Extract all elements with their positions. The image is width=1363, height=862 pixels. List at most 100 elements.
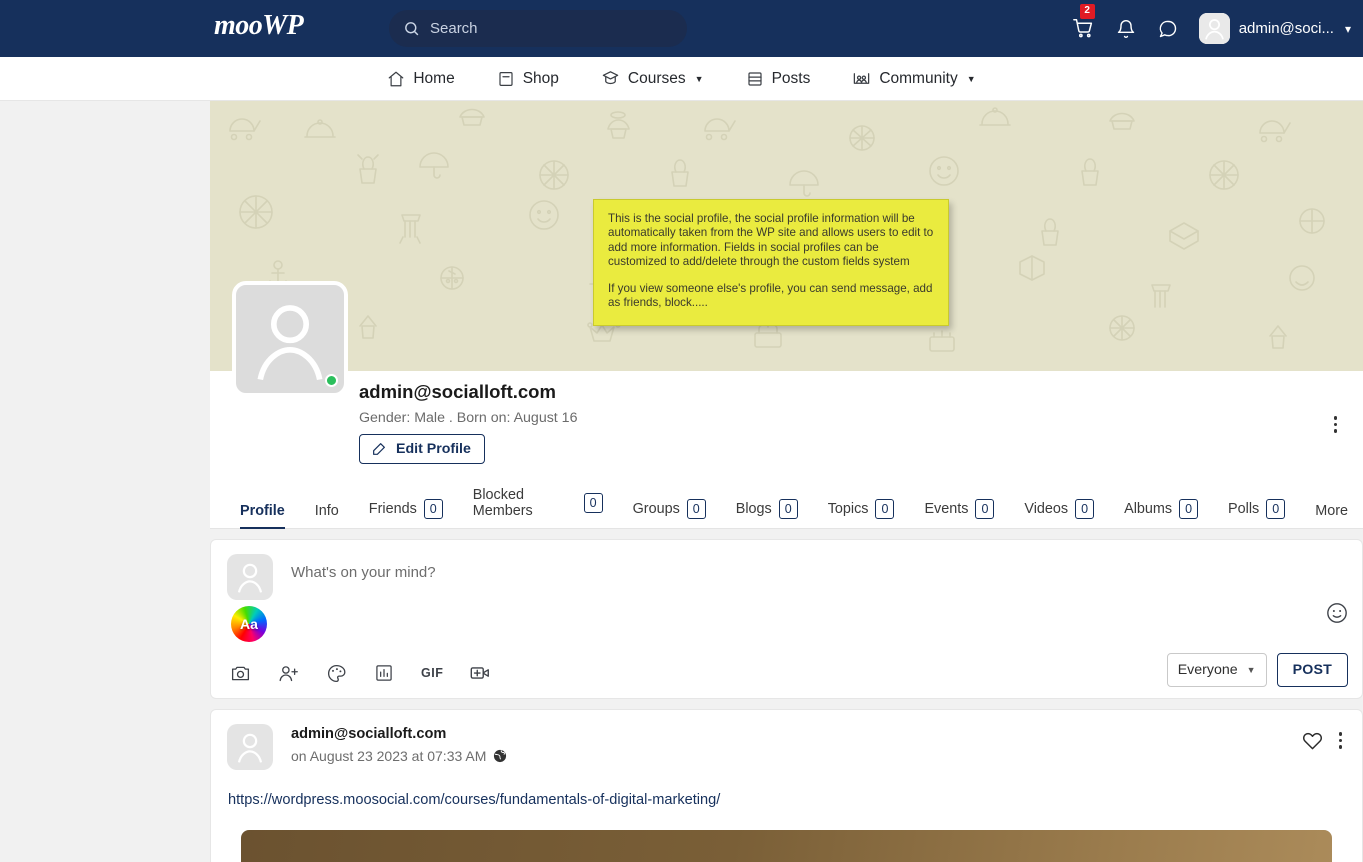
profile-info: admin@socialloft.com Gender: Male . Born… bbox=[359, 381, 577, 464]
post-link[interactable]: https://wordpress.moosocial.com/courses/… bbox=[228, 792, 1346, 808]
post-composer: What's on your mind? Aa GIF Everyone ▼ P… bbox=[210, 539, 1363, 699]
search-input[interactable]: Search bbox=[389, 10, 687, 47]
home-icon bbox=[387, 70, 405, 88]
tab-label: Albums bbox=[1124, 500, 1173, 517]
nav-item-courses[interactable]: Courses ▼ bbox=[601, 69, 704, 88]
post-author-avatar[interactable] bbox=[227, 724, 273, 770]
post-author-name[interactable]: admin@socialloft.com bbox=[291, 726, 507, 742]
chevron-down-icon: ▼ bbox=[694, 73, 704, 84]
tab-count: 0 bbox=[1179, 498, 1199, 519]
tab-count: 0 bbox=[423, 498, 443, 519]
tab-label: Videos bbox=[1024, 500, 1069, 517]
nav-item-posts[interactable]: Posts bbox=[746, 69, 811, 88]
chevron-down-icon: ▼ bbox=[1246, 665, 1256, 675]
tab-videos[interactable]: Videos 0 bbox=[1009, 498, 1109, 529]
header-actions: 2 admin@soci... ▾ bbox=[1071, 0, 1351, 57]
chevron-down-icon: ▾ bbox=[1344, 21, 1351, 36]
posts-icon bbox=[746, 70, 764, 88]
tab-blogs[interactable]: Blogs 0 bbox=[721, 498, 813, 529]
tab-profile[interactable]: Profile bbox=[232, 503, 300, 529]
gif-icon[interactable]: GIF bbox=[421, 662, 443, 684]
search-icon bbox=[403, 20, 420, 37]
post-more-menu-icon[interactable] bbox=[1338, 732, 1342, 749]
courses-icon bbox=[601, 69, 620, 88]
user-menu[interactable]: admin@soci... ▾ bbox=[1198, 13, 1351, 44]
composer-toolbar: GIF bbox=[229, 662, 491, 684]
tab-albums[interactable]: Albums 0 bbox=[1109, 498, 1213, 529]
profile-avatar[interactable] bbox=[232, 281, 348, 397]
tab-label: Friends bbox=[368, 500, 417, 517]
composer-submit-row: Everyone ▼ POST bbox=[1166, 653, 1348, 687]
search-placeholder: Search bbox=[430, 20, 478, 37]
tab-polls[interactable]: Polls 0 bbox=[1213, 498, 1300, 529]
post-button[interactable]: POST bbox=[1276, 653, 1348, 687]
tab-groups[interactable]: Groups 0 bbox=[618, 498, 721, 529]
top-header-bar: mooWP Search 2 admin@soci... ▾ bbox=[0, 0, 1363, 57]
edit-profile-label: Edit Profile bbox=[396, 441, 471, 457]
aa-label: Aa bbox=[240, 616, 258, 632]
composer-avatar bbox=[227, 554, 273, 600]
tab-count: 0 bbox=[583, 492, 603, 514]
main-navigation: Home Shop Courses ▼ Posts Community ▼ bbox=[0, 57, 1363, 101]
post-date: on August 23 2023 at 07:33 AM bbox=[291, 748, 507, 764]
nav-item-community[interactable]: Community ▼ bbox=[852, 69, 976, 88]
tab-count: 0 bbox=[778, 498, 798, 519]
tab-info[interactable]: Info bbox=[300, 503, 354, 528]
tab-topics[interactable]: Topics 0 bbox=[813, 498, 910, 529]
tab-count: 0 bbox=[686, 498, 706, 519]
content-container: ← → This is the social profile, the soci… bbox=[210, 101, 1363, 862]
user-name-label: admin@soci... bbox=[1238, 20, 1334, 37]
community-icon bbox=[852, 69, 871, 88]
tab-friends[interactable]: Friends 0 bbox=[354, 498, 458, 529]
palette-icon[interactable] bbox=[325, 662, 347, 684]
chevron-down-icon: ▼ bbox=[966, 73, 976, 84]
profile-tabs: Profile Info Friends 0 Blocked Members 0… bbox=[210, 487, 1363, 529]
text-style-button[interactable]: Aa bbox=[231, 606, 267, 642]
composer-top-row: What's on your mind? bbox=[211, 540, 1362, 600]
tab-more[interactable]: More bbox=[1300, 503, 1363, 528]
photo-icon[interactable] bbox=[229, 662, 251, 684]
chat-bubble-icon[interactable] bbox=[1155, 16, 1181, 42]
post-link-preview-image[interactable] bbox=[241, 830, 1332, 862]
tooltip-paragraph-2: If you view someone else's profile, you … bbox=[608, 282, 933, 310]
profile-header: admin@socialloft.com Gender: Male . Born… bbox=[210, 281, 1363, 491]
tab-count: 0 bbox=[1075, 498, 1095, 519]
tab-label: Info bbox=[314, 503, 339, 519]
nav-label: Home bbox=[413, 69, 455, 87]
tab-count: 0 bbox=[1266, 498, 1286, 519]
tab-label: Topics bbox=[827, 500, 869, 517]
post-header: admin@socialloft.com on August 23 2023 a… bbox=[227, 724, 1346, 770]
tab-count: 0 bbox=[975, 498, 995, 519]
tab-label: Blocked Members bbox=[472, 487, 533, 519]
profile-more-menu-icon[interactable] bbox=[1333, 416, 1337, 433]
privacy-value: Everyone bbox=[1177, 662, 1238, 678]
shop-icon bbox=[497, 70, 515, 88]
site-logo[interactable]: mooWP bbox=[214, 10, 304, 42]
emoji-picker-icon[interactable] bbox=[1326, 602, 1348, 624]
tab-events[interactable]: Events 0 bbox=[909, 498, 1009, 529]
nav-label: Posts bbox=[771, 69, 811, 87]
nav-item-home[interactable]: Home bbox=[387, 69, 455, 88]
composer-input[interactable]: What's on your mind? bbox=[291, 564, 436, 581]
tooltip-paragraph-1: This is the social profile, the social p… bbox=[608, 212, 934, 268]
cover-photo[interactable]: ← → This is the social profile, the soci… bbox=[210, 101, 1363, 371]
post-author-block: admin@socialloft.com on August 23 2023 a… bbox=[291, 724, 507, 764]
post-date-label: on August 23 2023 at 07:33 AM bbox=[291, 748, 487, 764]
page-body: ← → This is the social profile, the soci… bbox=[0, 101, 1363, 862]
cart-icon[interactable]: 2 bbox=[1071, 3, 1097, 42]
like-heart-icon[interactable] bbox=[1302, 730, 1323, 751]
video-icon[interactable] bbox=[469, 662, 491, 684]
nav-label: Shop bbox=[522, 69, 559, 87]
tag-person-icon[interactable] bbox=[277, 662, 299, 684]
profile-meta: Gender: Male . Born on: August 16 bbox=[359, 410, 578, 426]
nav-item-shop[interactable]: Shop bbox=[497, 70, 559, 88]
nav-label: Courses bbox=[627, 69, 686, 87]
nav-label: Community bbox=[879, 69, 958, 87]
poll-icon[interactable] bbox=[373, 662, 395, 684]
tab-count: 0 bbox=[875, 498, 895, 519]
tab-blocked-members[interactable]: Blocked Members 0 bbox=[458, 487, 618, 528]
bell-icon[interactable] bbox=[1113, 16, 1139, 42]
edit-profile-button[interactable]: Edit Profile bbox=[359, 434, 485, 464]
globe-icon bbox=[493, 749, 507, 763]
privacy-select[interactable]: Everyone ▼ bbox=[1166, 653, 1267, 687]
